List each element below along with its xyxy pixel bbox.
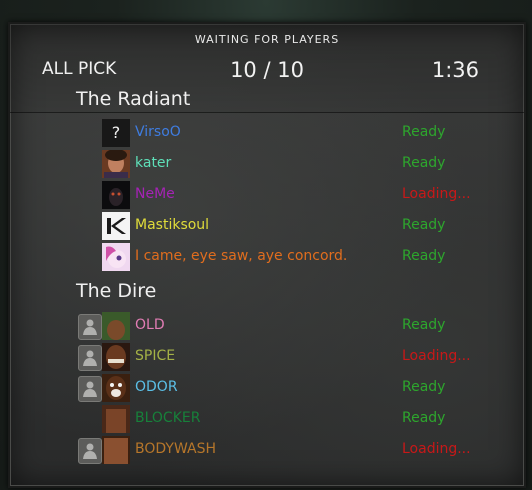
dire-player-row: BODYWASH Loading... — [10, 436, 524, 466]
person-silhouette-icon — [78, 376, 102, 402]
radiant-player-row: kater Ready — [10, 150, 524, 180]
player-status: Ready — [402, 155, 446, 171]
player-name: I came, eye saw, aye concord. — [135, 248, 348, 264]
person-silhouette-icon — [78, 345, 102, 371]
player-portrait — [102, 374, 130, 402]
k-logo-avatar — [102, 212, 130, 240]
person-silhouette-icon — [78, 314, 102, 340]
player-name: SPICE — [135, 348, 176, 364]
radiant-player-row: NeMe Loading... — [10, 181, 524, 211]
player-portrait — [102, 343, 130, 371]
radiant-team-title: The Radiant — [76, 88, 191, 110]
player-status: Loading... — [402, 348, 471, 364]
radiant-player-row: Mastiksoul Ready — [10, 212, 524, 242]
dire-player-row: ODOR Ready — [10, 374, 524, 404]
dire-player-row: BLOCKER Ready — [10, 405, 524, 435]
player-name: BODYWASH — [135, 441, 217, 457]
dire-player-row: OLD Ready — [10, 312, 524, 342]
player-status: Loading... — [402, 441, 471, 457]
person-silhouette-icon — [78, 438, 102, 464]
countdown-timer: 1:36 — [431, 58, 479, 82]
player-name: OLD — [135, 317, 165, 333]
player-name: ODOR — [135, 379, 178, 395]
player-name: Mastiksoul — [135, 217, 210, 233]
dire-player-row: SPICE Loading... — [10, 343, 524, 373]
player-name: BLOCKER — [135, 410, 201, 426]
player-status: Ready — [402, 217, 446, 233]
player-portrait — [102, 312, 130, 340]
player-name: NeMe — [135, 186, 175, 202]
player-name: kater — [135, 155, 172, 171]
panel-title: WAITING FOR PLAYERS — [194, 33, 340, 46]
pony-avatar — [102, 243, 130, 271]
player-status: Ready — [402, 317, 446, 333]
player-status: Loading... — [402, 186, 471, 202]
question-mark-icon: ? — [102, 119, 130, 147]
loading-panel: WAITING FOR PLAYERS ALL PICK 10 / 10 1:3… — [8, 22, 526, 488]
radiant-player-row: I came, eye saw, aye concord. Ready — [10, 243, 524, 273]
player-status: Ready — [402, 379, 446, 395]
radiant-player-row: ? VirsoO Ready — [10, 119, 524, 149]
player-status: Ready — [402, 248, 446, 264]
player-name: VirsoO — [135, 124, 181, 140]
player-status: Ready — [402, 410, 446, 426]
dire-team-title: The Dire — [76, 280, 157, 302]
dark-creature-avatar — [102, 181, 130, 209]
player-status: Ready — [402, 124, 446, 140]
player-portrait — [102, 405, 130, 433]
window-background: WAITING FOR PLAYERS ALL PICK 10 / 10 1:3… — [0, 0, 532, 490]
player-portrait — [102, 436, 130, 464]
portrait-avatar — [102, 150, 130, 178]
